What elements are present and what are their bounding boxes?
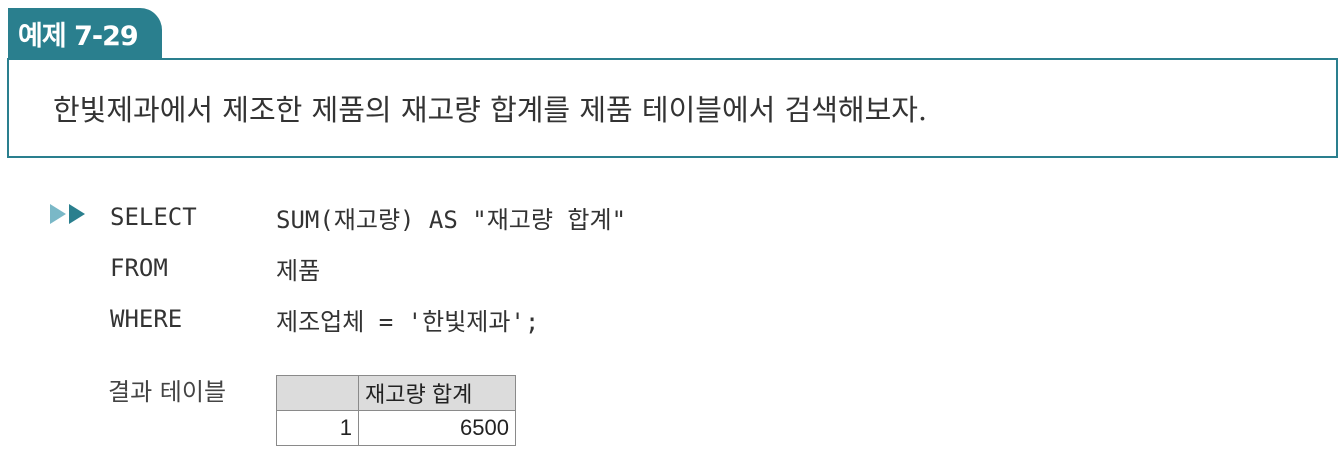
- sql-keyword: FROM: [110, 254, 168, 282]
- code-line-where: WHERE 제조업체 = '한빛제과';: [110, 299, 539, 339]
- result-table: 재고량 합계 1 6500: [276, 375, 516, 446]
- table-row: 1 6500: [276, 410, 516, 446]
- double-play-arrow-icon: [50, 204, 85, 224]
- column-header-stock-total: 재고량 합계: [358, 375, 516, 411]
- question-box: 한빛제과에서 제조한 제품의 재고량 합계를 제품 테이블에서 검색해보자.: [7, 58, 1338, 158]
- example-tab: 예제 7-29: [8, 8, 162, 58]
- column-header-index: [276, 375, 359, 411]
- sql-keyword: SELECT: [110, 203, 197, 231]
- stock-total-cell: 6500: [358, 410, 516, 446]
- code-line-from: FROM 제품: [110, 248, 320, 288]
- question-text: 한빛제과에서 제조한 제품의 재고량 합계를 제품 테이블에서 검색해보자.: [53, 93, 928, 127]
- sql-clause: SUM(재고량) AS "재고량 합계": [276, 205, 627, 234]
- table-header-row: 재고량 합계: [276, 375, 516, 411]
- result-table-label: 결과 테이블: [108, 378, 227, 406]
- code-line-select: SELECT SUM(재고량) AS "재고량 합계": [110, 197, 626, 237]
- sql-keyword: WHERE: [110, 305, 183, 333]
- play-arrow-dark-icon: [69, 204, 85, 224]
- row-index-cell: 1: [276, 410, 359, 446]
- example-tab-label: 예제 7-29: [18, 20, 139, 52]
- sql-clause: 제조업체 = '한빛제과';: [276, 307, 540, 336]
- sql-clause: 제품: [276, 256, 321, 285]
- play-arrow-light-icon: [50, 204, 66, 224]
